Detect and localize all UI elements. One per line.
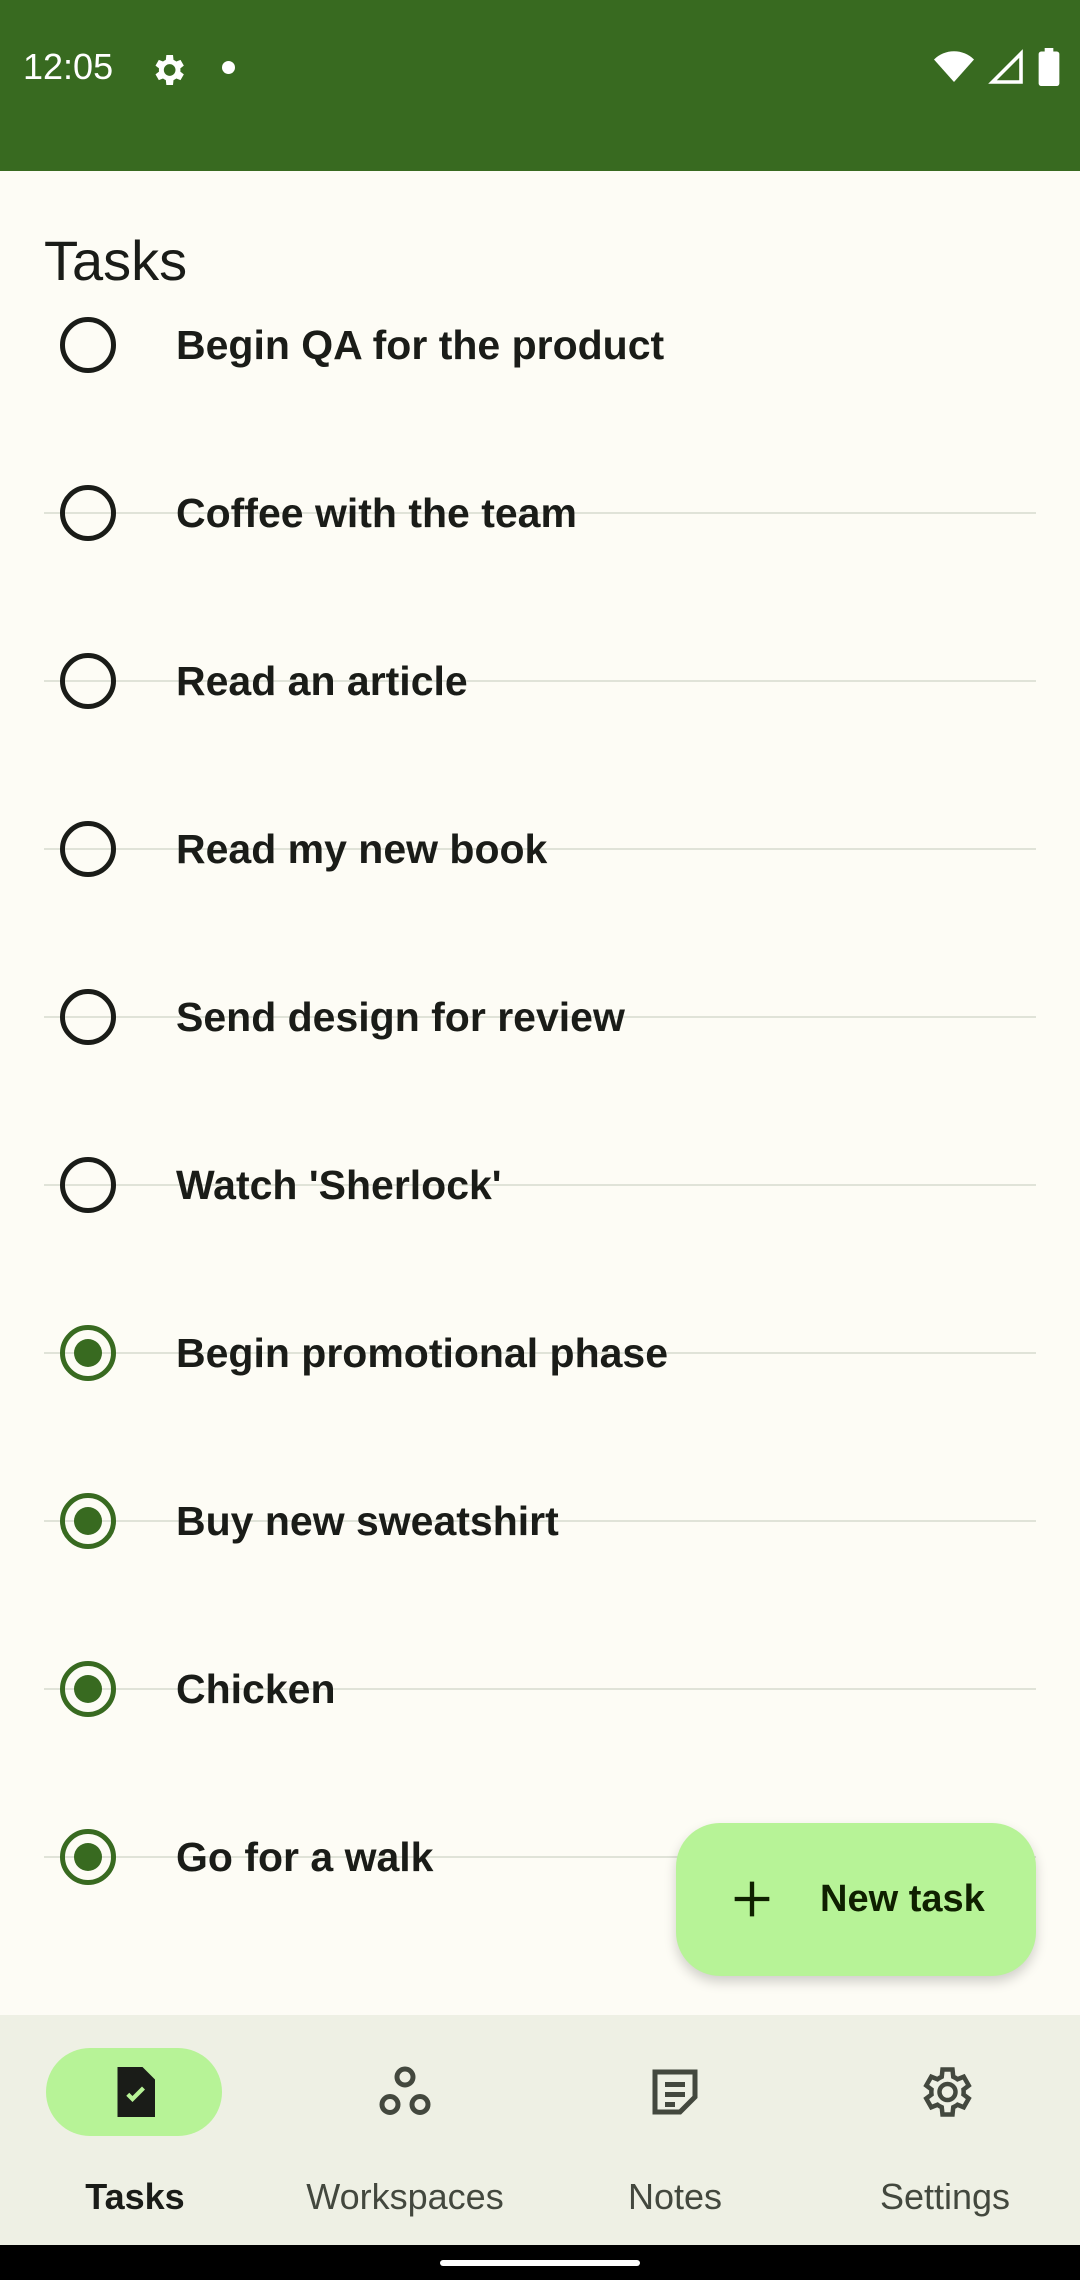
new-task-button[interactable]: New task (676, 1823, 1036, 1976)
nav-tab-settings[interactable]: Settings (810, 2015, 1080, 2235)
nav-label-workspaces: Workspaces (306, 2176, 504, 2217)
battery-icon (1038, 48, 1060, 86)
task-checked-radio[interactable] (60, 1493, 116, 1549)
task-row[interactable]: Read my new book (0, 765, 1080, 933)
task-radio[interactable] (60, 317, 116, 373)
task-label: Chicken (176, 1665, 336, 1712)
gear-icon (923, 2067, 972, 2117)
task-label: Begin promotional phase (176, 1329, 669, 1376)
task-row[interactable]: Send design for review (0, 933, 1080, 1101)
status-time: 12:05 (23, 46, 114, 87)
nav-label-settings: Settings (879, 2176, 1011, 2217)
task-radio[interactable] (60, 653, 116, 709)
nav-tab-tasks[interactable]: Tasks (0, 2015, 270, 2235)
task-checked-radio[interactable] (60, 1661, 116, 1717)
task-radio[interactable] (60, 989, 116, 1045)
task-label: Watch 'Sherlock' (176, 1161, 502, 1208)
signal-icon (988, 49, 1023, 84)
nav-label-tasks: Tasks (85, 2176, 185, 2217)
new-task-label: New task (820, 1878, 985, 1920)
task-row[interactable]: Coffee with the team (0, 429, 1080, 597)
nav-tab-workspaces[interactable]: Workspaces (270, 2015, 540, 2235)
task-checked-radio[interactable] (60, 1325, 116, 1381)
task-radio[interactable] (60, 821, 116, 877)
task-row[interactable]: Buy new sweatshirt (0, 1437, 1080, 1605)
task-radio[interactable] (60, 1157, 116, 1213)
nav-label-notes: Notes (627, 2176, 723, 2217)
task-check-icon (117, 2067, 155, 2117)
wifi-icon (934, 51, 974, 82)
task-checked-radio[interactable] (60, 1829, 116, 1885)
workspaces-icon (379, 2066, 431, 2116)
task-label: Coffee with the team (176, 489, 577, 536)
task-label: Read an article (176, 657, 468, 704)
task-row[interactable]: Begin promotional phase (0, 1269, 1080, 1437)
task-radio[interactable] (60, 485, 116, 541)
home-bar[interactable] (440, 2260, 640, 2266)
task-label: Begin QA for the product (176, 321, 665, 368)
nav-tab-notes[interactable]: Notes (540, 2015, 810, 2235)
plus-icon (734, 1881, 770, 1917)
task-row[interactable]: Watch 'Sherlock' (0, 1101, 1080, 1269)
task-label: Read my new book (176, 825, 548, 872)
task-label: Send design for review (176, 993, 625, 1040)
task-label: Go for a walk (176, 1833, 434, 1880)
task-row[interactable]: Read an article (0, 597, 1080, 765)
task-row[interactable]: Begin QA for the product (0, 261, 1080, 429)
task-label: Buy new sweatshirt (176, 1497, 559, 1544)
notification-dot-icon (222, 61, 235, 74)
gear-icon (155, 55, 184, 85)
notes-icon (652, 2069, 698, 2115)
status-bar: 12:05 (0, 0, 1080, 171)
bottom-navigation: Tasks Workspaces Notes Settings (0, 2015, 1080, 2275)
task-row[interactable]: Chicken (0, 1605, 1080, 1773)
